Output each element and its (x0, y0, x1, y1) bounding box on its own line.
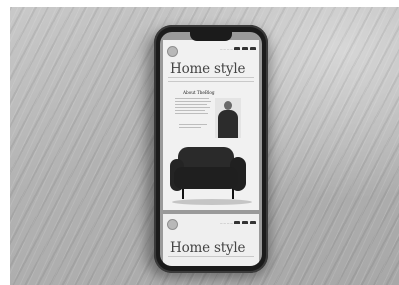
phone-screen: — — — — Home style About TheBlog — — — —… (160, 32, 262, 266)
brand-logo-icon (167, 219, 178, 230)
armchair-photo (170, 143, 252, 207)
social-icon (234, 47, 240, 50)
person-portrait-photo (215, 98, 241, 138)
social-icons (234, 47, 256, 51)
newsletter-title: Home style (170, 240, 246, 256)
photo-scene: — — — — Home style About TheBlog — — — —… (0, 0, 399, 285)
smartphone-mockup: — — — — Home style About TheBlog — — — —… (154, 25, 268, 273)
divider (168, 256, 254, 257)
social-icon (242, 221, 248, 224)
social-icon (250, 47, 256, 50)
divider (168, 77, 254, 78)
social-icons (234, 221, 256, 225)
newsletter-card-second: — — — — Home style (163, 214, 259, 266)
header-meta-text: — — — — (220, 222, 233, 225)
brand-logo-icon (167, 46, 178, 57)
social-icon (242, 47, 248, 50)
newsletter-title: Home style (170, 61, 246, 77)
divider (168, 81, 254, 82)
phone-notch (190, 32, 232, 41)
about-body-text (175, 98, 211, 116)
social-icon (234, 221, 240, 224)
about-link-text (179, 124, 209, 130)
newsletter-card: — — — — Home style About TheBlog (163, 40, 259, 210)
about-heading: About TheBlog (183, 90, 215, 95)
social-icon (250, 221, 256, 224)
header-meta-text: — — — — (220, 48, 233, 51)
